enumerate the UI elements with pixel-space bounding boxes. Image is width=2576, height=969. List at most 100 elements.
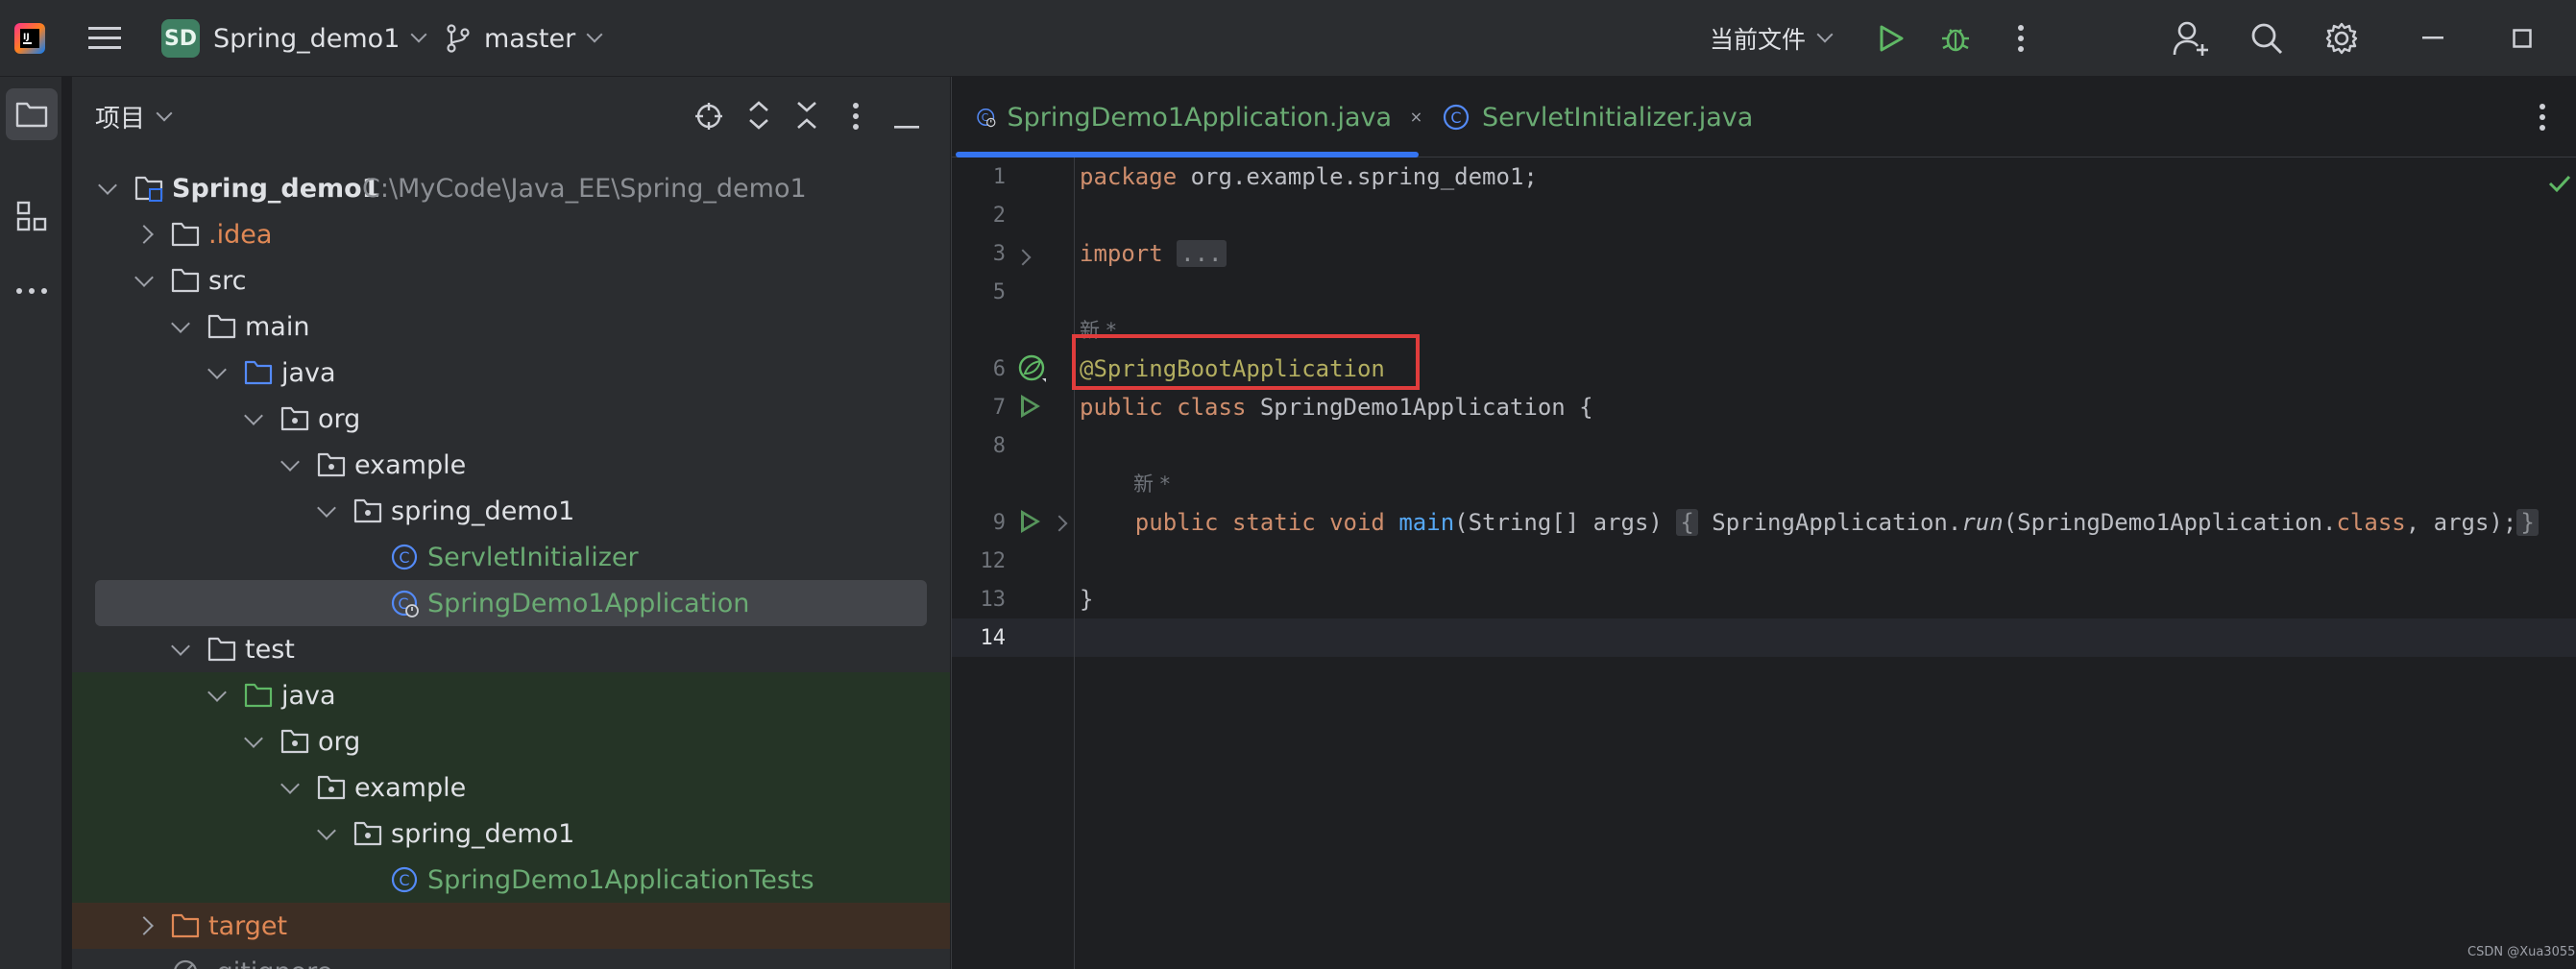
line-number: 9 — [992, 511, 1006, 535]
line-number: 1 — [992, 165, 1006, 189]
chevron-down-icon — [171, 637, 190, 656]
tree-item-path: C:\MyCode\Java_EE\Spring_demo1 — [362, 173, 807, 204]
java-class-icon: C — [391, 866, 418, 893]
code-line-1[interactable]: package org.example.spring_demo1; — [1080, 163, 1538, 190]
chevron-right-icon — [134, 225, 154, 244]
tree-item-target[interactable]: target — [72, 903, 950, 949]
tree-item-main-org[interactable]: org — [72, 396, 950, 442]
code-line-13[interactable]: } — [1080, 586, 1093, 613]
project-tool-button[interactable] — [6, 88, 58, 140]
code-line-9[interactable]: public static void main(String[] args) {… — [1080, 509, 2539, 536]
tree-item-label: test — [245, 634, 295, 665]
intellij-logo-icon[interactable]: IJ — [13, 0, 46, 77]
tree-item-test-spring-demo1[interactable]: spring_demo1 — [72, 811, 950, 857]
search-button[interactable] — [2249, 0, 2284, 77]
tree-item-label: java — [281, 357, 336, 388]
folded-imports[interactable]: ... — [1177, 240, 1227, 267]
chevron-down-icon — [280, 775, 300, 794]
gear-icon — [2325, 22, 2358, 55]
excluded-folder-icon — [171, 913, 200, 938]
closing-brace: } — [1080, 586, 1094, 613]
line-number: 6 — [992, 357, 1006, 381]
maximize-window-button[interactable] — [2513, 0, 2532, 77]
panel-options-button[interactable] — [852, 102, 860, 134]
run-button[interactable] — [1878, 0, 1905, 77]
line-number: 2 — [992, 204, 1006, 228]
run-gutter-icon[interactable] — [1021, 510, 1040, 533]
code-line-7[interactable]: public class SpringDemo1Application { — [1080, 394, 1593, 421]
java-class-icon: C — [1443, 104, 1470, 131]
tree-item-project-root[interactable]: Spring_demo1 C:\MyCode\Java_EE\Spring_de… — [72, 165, 950, 211]
collapse-all-button[interactable] — [794, 100, 819, 134]
editor-tab-bar: C SpringDemo1Application.java C ServletI… — [952, 77, 2576, 157]
svg-text:C: C — [399, 871, 409, 889]
svg-text:C: C — [1450, 109, 1461, 127]
tree-item-label: example — [354, 449, 467, 480]
tree-item-label: SpringDemo1Application — [427, 588, 750, 618]
minimize-icon — [894, 126, 919, 129]
svg-text:IJ: IJ — [23, 33, 30, 42]
structure-tool-button[interactable] — [6, 190, 58, 242]
tree-item-gitignore[interactable]: .gitignore — [72, 949, 950, 969]
add-user-button[interactable] — [2173, 0, 2211, 77]
tab-options-button[interactable] — [2539, 103, 2546, 135]
project-panel-header: 项目 — [72, 77, 950, 157]
more-tools-button[interactable] — [6, 265, 58, 317]
branch-switcher[interactable]: master — [446, 0, 603, 77]
maximize-icon — [2513, 29, 2532, 48]
chevron-down-icon — [98, 176, 117, 195]
tree-item-main[interactable]: main — [72, 303, 950, 350]
tab-spring-demo1-application[interactable]: C SpringDemo1Application.java — [952, 77, 1422, 157]
tree-item-main-java[interactable]: java — [72, 350, 950, 396]
debug-button[interactable] — [1940, 0, 1971, 77]
line-number: 12 — [980, 549, 1007, 573]
code-line-3[interactable]: import ... — [1080, 240, 1227, 267]
run-config-selector[interactable]: 当前文件 — [1710, 0, 1834, 77]
locate-file-button[interactable] — [694, 102, 723, 134]
chevron-down-icon — [244, 729, 263, 748]
tree-item-application-tests[interactable]: C SpringDemo1ApplicationTests — [72, 857, 950, 903]
project-panel-title: 项目 — [95, 105, 146, 133]
fold-brace-open[interactable]: { — [1676, 509, 1698, 536]
keyword-class: class — [2336, 509, 2406, 536]
tree-item-label: main — [245, 311, 310, 342]
tree-item-spring-demo1-application[interactable]: C SpringDemo1Application — [95, 580, 927, 626]
more-actions-button[interactable] — [2017, 0, 2025, 77]
expand-all-icon — [749, 101, 768, 130]
project-switcher[interactable]: SD Spring_demo1 — [161, 0, 427, 77]
tree-item-servlet-initializer[interactable]: C ServletInitializer — [72, 534, 950, 580]
chevron-down-icon — [1816, 26, 1834, 43]
tab-label: SpringDemo1Application.java — [1007, 102, 1393, 133]
checkmark-icon[interactable] — [2548, 174, 2571, 193]
java-class-icon: C — [391, 544, 418, 570]
tree-item-main-example[interactable]: example — [72, 442, 950, 488]
tree-item-label: example — [354, 772, 467, 803]
more-vertical-icon — [2018, 25, 2024, 52]
tree-item-test-java[interactable]: java — [72, 672, 950, 718]
branch-name: master — [484, 23, 576, 54]
chevron-down-icon — [207, 683, 227, 702]
main-menu-button[interactable] — [88, 0, 121, 77]
package-icon — [280, 406, 309, 431]
fold-brace-close[interactable]: } — [2516, 509, 2539, 536]
tree-item-test-org[interactable]: org — [72, 718, 950, 764]
tree-item-label: target — [208, 910, 288, 941]
settings-button[interactable] — [2324, 0, 2359, 77]
tree-item-src[interactable]: src — [72, 257, 950, 303]
spring-bean-gutter-icon[interactable] — [1017, 353, 1050, 386]
tab-servlet-initializer[interactable]: C ServletInitializer.java — [1442, 77, 1753, 157]
tree-item-label: spring_demo1 — [391, 818, 575, 849]
tree-item-test[interactable]: test — [72, 626, 950, 672]
code-vision-hint[interactable]: 新 * — [1133, 469, 1170, 497]
annotation-highlight-box — [1072, 334, 1420, 390]
run-gutter-icon[interactable] — [1021, 395, 1040, 418]
tree-item-test-example[interactable]: example — [72, 764, 950, 811]
method-body: , args); — [2405, 509, 2517, 536]
tree-item-main-spring-demo1[interactable]: spring_demo1 — [72, 488, 950, 534]
project-view-selector[interactable]: 项目 — [95, 77, 173, 157]
close-icon[interactable] — [1411, 109, 1422, 125]
expand-all-button[interactable] — [746, 100, 771, 134]
tree-item-idea[interactable]: .idea — [72, 211, 950, 257]
hide-panel-button[interactable] — [894, 115, 919, 133]
minimize-window-button[interactable] — [2422, 0, 2443, 77]
